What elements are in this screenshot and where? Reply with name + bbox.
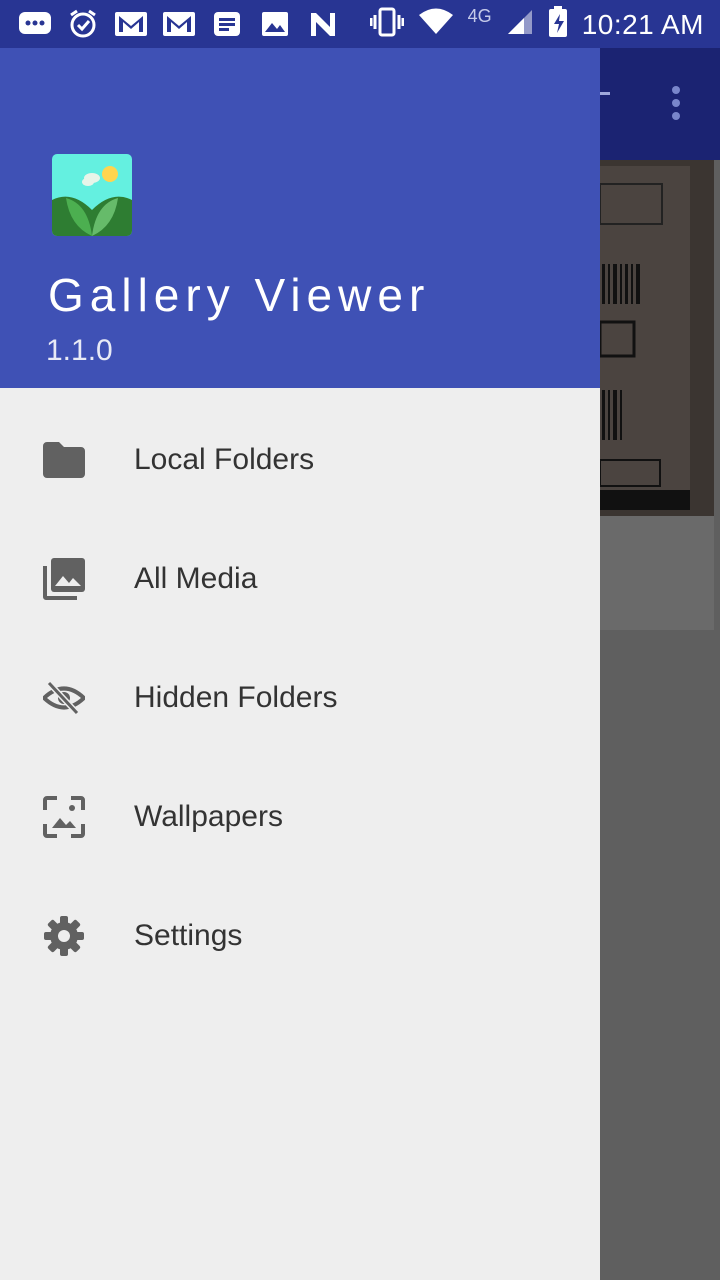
n-icon [306, 8, 340, 40]
navigation-drawer: Gallery Viewer 1.1.0 Local Folders All M… [0, 0, 600, 1280]
drawer-header: Gallery Viewer 1.1.0 [0, 0, 600, 388]
gmail-icon [114, 8, 148, 40]
wallpaper-icon [42, 795, 86, 839]
eye-off-icon [42, 676, 86, 720]
app-logo [52, 154, 132, 236]
alarm-icon [66, 8, 100, 40]
menu-label: Hidden Folders [134, 680, 338, 714]
news-icon [210, 8, 244, 40]
menu-label: Settings [134, 918, 243, 952]
menu-label: Wallpapers [134, 799, 283, 833]
message-icon [18, 8, 52, 40]
menu-item-hidden-folders[interactable]: Hidden Folders [0, 638, 600, 757]
menu-item-settings[interactable]: Settings [0, 876, 600, 995]
menu-item-wallpapers[interactable]: Wallpapers [0, 757, 600, 876]
status-bar: 4G 10:21 AM [0, 0, 720, 48]
background-app-bar [600, 48, 720, 160]
image-icon [258, 8, 292, 40]
menu-item-all-media[interactable]: All Media [0, 519, 600, 638]
battery-charging-icon [548, 6, 568, 43]
folder-icon [42, 438, 86, 482]
menu-label: All Media [134, 561, 258, 595]
app-name: Gallery Viewer [48, 269, 431, 321]
background-caption-area [600, 516, 714, 630]
menu-label: Local Folders [134, 442, 315, 476]
background-photo-thumbnail [600, 160, 714, 516]
gear-icon [42, 914, 86, 958]
vibrate-icon [369, 7, 405, 42]
photo-library-icon [42, 557, 86, 601]
gmail-icon [162, 8, 196, 40]
signal-icon [506, 8, 534, 41]
menu-item-local-folders[interactable]: Local Folders [0, 400, 600, 519]
clock: 10:21 AM [581, 8, 704, 40]
network-type: 4G [467, 6, 492, 26]
drawer-menu: Local Folders All Media Hidden Folders W… [0, 400, 600, 995]
wifi-icon [418, 8, 454, 41]
app-version: 1.1.0 [46, 334, 113, 367]
